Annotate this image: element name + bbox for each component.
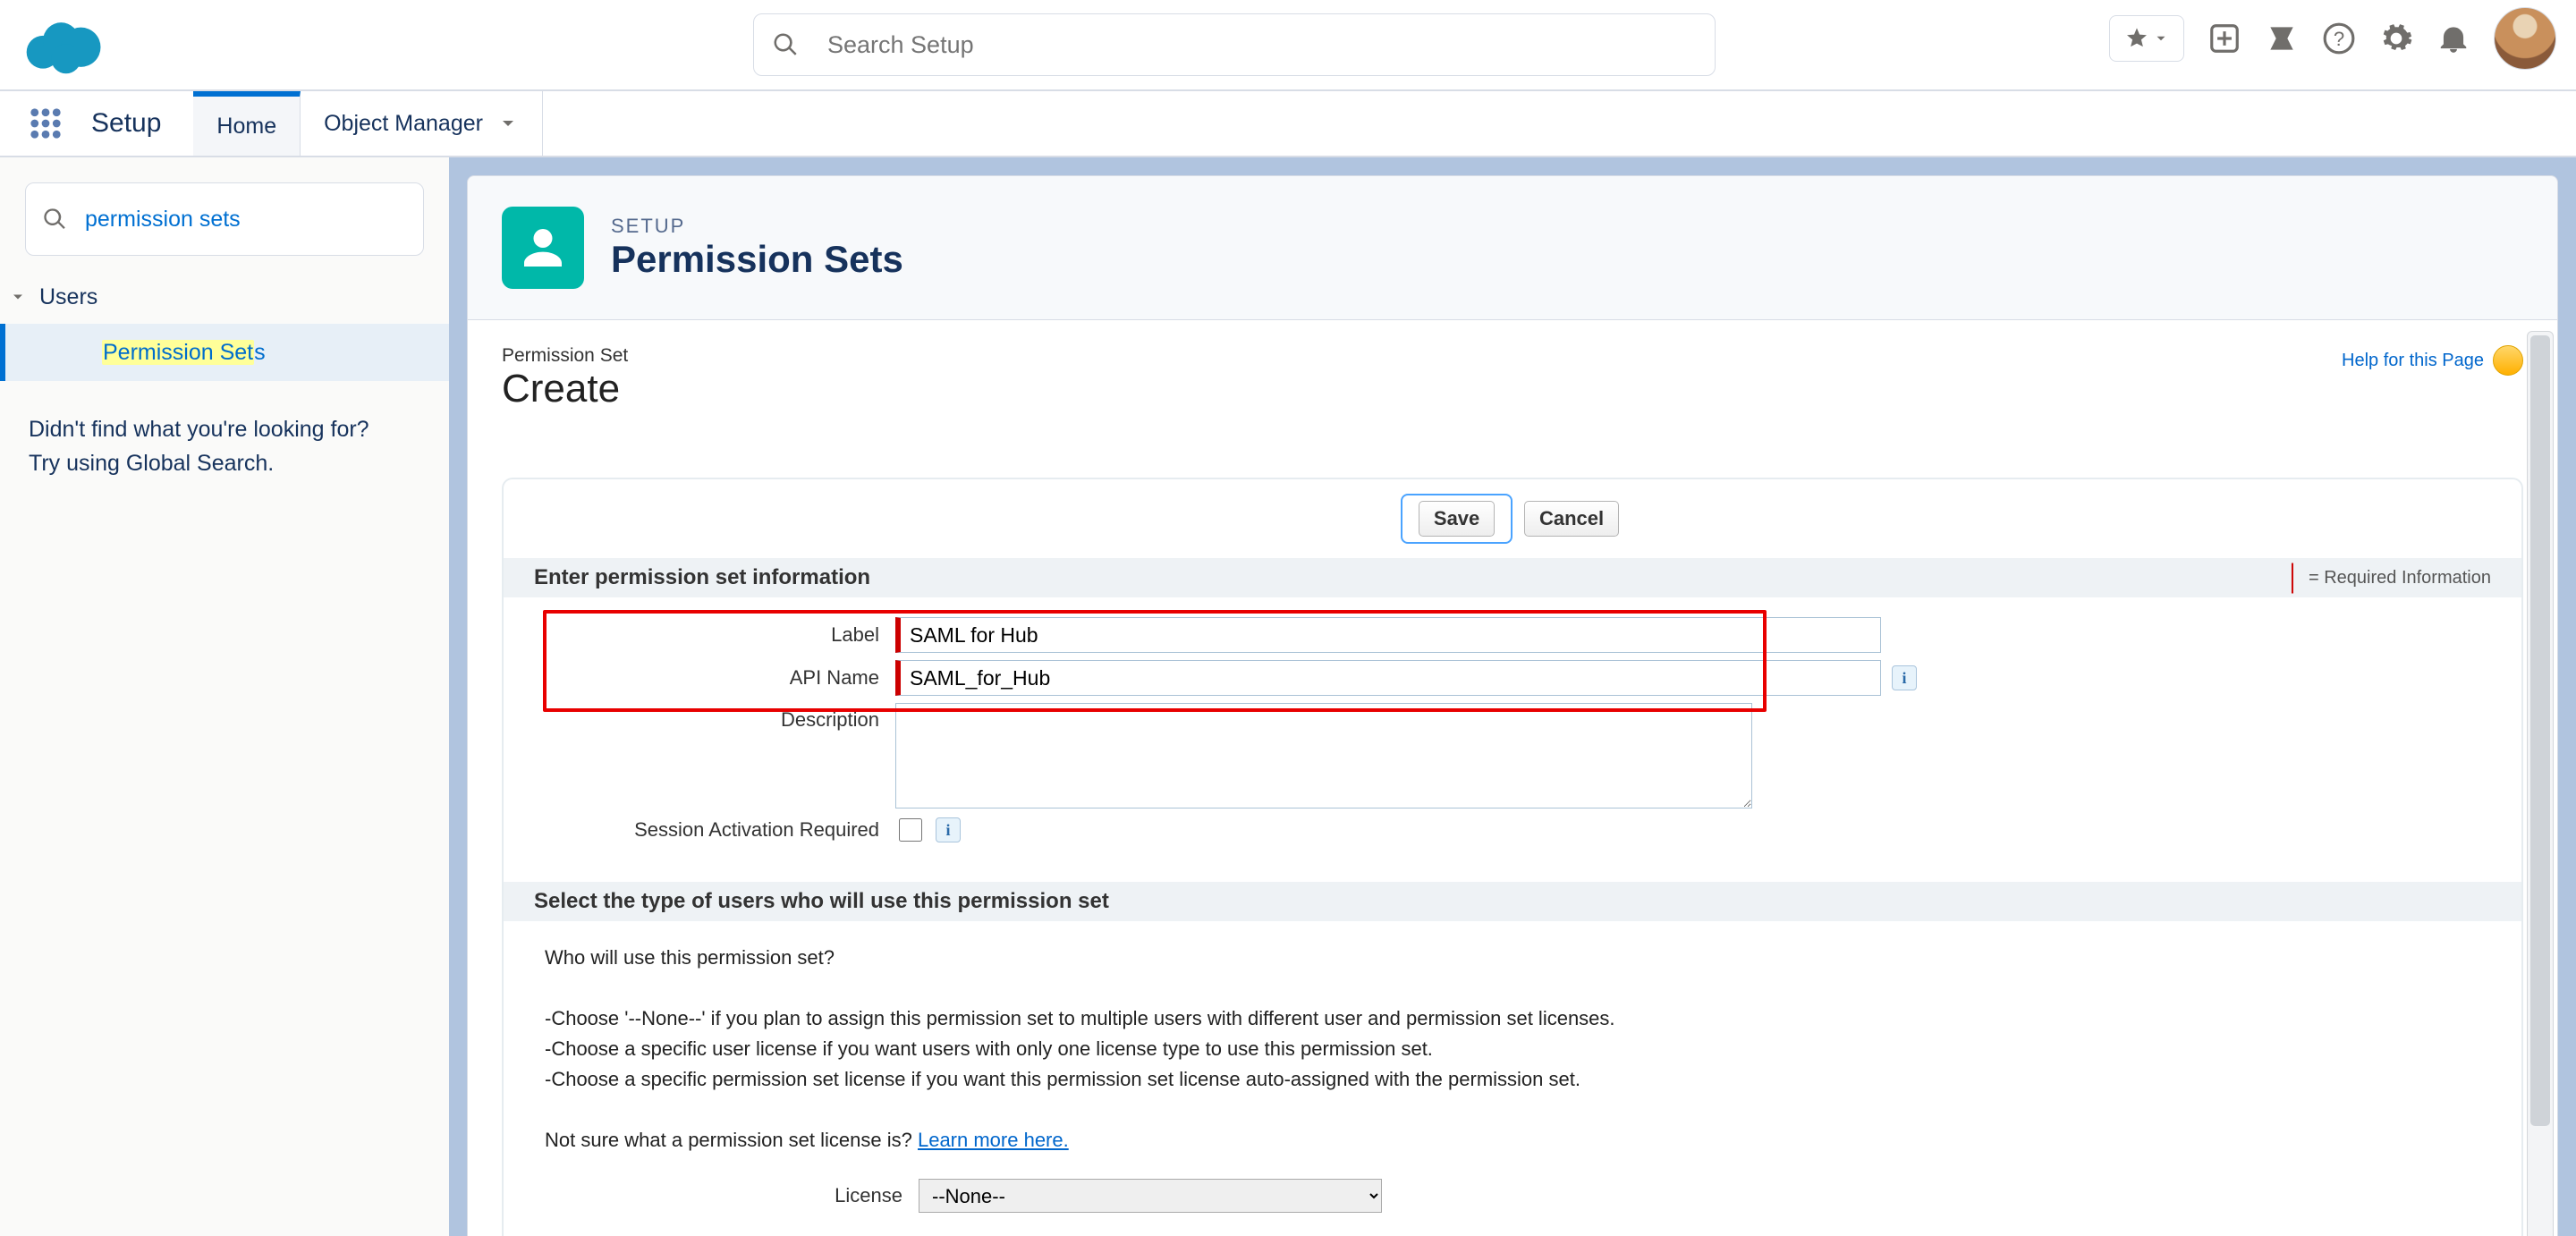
label-input[interactable]: [895, 617, 1881, 653]
subheader-small: Permission Set: [502, 345, 628, 367]
session-activation-info-icon[interactable]: i: [936, 817, 961, 842]
gear-icon[interactable]: [2379, 21, 2413, 55]
help-link[interactable]: Help for this Page: [2342, 345, 2523, 376]
svg-text:?: ?: [2334, 28, 2344, 50]
global-search[interactable]: [753, 13, 1716, 76]
description-input[interactable]: [895, 703, 1752, 808]
salesforce-cloud-logo: [23, 13, 106, 76]
bell-icon[interactable]: [2436, 21, 2470, 55]
form-wrap: Save Cancel Enter permission set informa…: [502, 478, 2523, 1236]
scrollbar[interactable]: [2527, 331, 2554, 1236]
bullet-1: -Choose '--None--' if you plan to assign…: [545, 1007, 2480, 1030]
tree-node-permission-sets-label: Permission Sets: [102, 340, 266, 366]
sidebar-quickfind-input[interactable]: [83, 206, 407, 233]
tab-object-manager[interactable]: Object Manager: [301, 91, 543, 156]
section-header-user-type: Select the type of users who will use th…: [504, 882, 2521, 921]
chevron-down-icon: [9, 288, 27, 306]
star-icon: [2124, 26, 2149, 51]
sidebar-quickfind[interactable]: [25, 182, 424, 256]
tree-node-users-label: Users: [39, 284, 97, 310]
api-name-info-icon[interactable]: i: [1892, 665, 1917, 690]
field-region: Label API Name i Description: [504, 597, 2521, 882]
cancel-button[interactable]: Cancel: [1524, 501, 1619, 537]
api-name-input[interactable]: [895, 660, 1881, 696]
tab-home[interactable]: Home: [193, 91, 301, 156]
tab-home-label: Home: [216, 114, 276, 140]
global-header-icons: ?: [2109, 7, 2556, 70]
user-avatar[interactable]: [2494, 7, 2556, 70]
tree-node-permission-sets[interactable]: Permission Sets: [0, 324, 449, 381]
user-type-body: Who will use this permission set? -Choos…: [504, 921, 2521, 1236]
global-header: ?: [0, 0, 2576, 91]
subheader-big: Create: [502, 367, 628, 411]
user-badge-icon: [518, 223, 568, 273]
license-select[interactable]: --None--: [919, 1179, 1382, 1213]
who-will-use: Who will use this permission set?: [545, 946, 2480, 969]
global-search-input[interactable]: [826, 30, 1697, 60]
setup-sidebar: Users Permission Sets Didn't find what y…: [0, 157, 449, 1236]
switcher-icon[interactable]: [2265, 21, 2299, 55]
chevron-down-icon: [2153, 30, 2169, 47]
page-title: Permission Sets: [611, 238, 903, 281]
button-bar: Save Cancel: [504, 479, 2521, 558]
learn-more-link[interactable]: Learn more here.: [918, 1129, 1069, 1151]
label-label: Label: [521, 623, 895, 647]
not-sure-line: Not sure what a permission set license i…: [545, 1129, 2480, 1152]
description-label: Description: [521, 703, 895, 732]
content-panel: Permission Set Create Help for this Page…: [467, 320, 2558, 1236]
plus-icon[interactable]: [2207, 21, 2241, 55]
chevron-down-icon: [497, 113, 519, 134]
license-label: License: [545, 1184, 919, 1207]
nav-row: Setup Home Object Manager: [0, 91, 2576, 157]
section-header-info: Enter permission set information │= Requ…: [504, 558, 2521, 597]
favorites-dropdown[interactable]: [2109, 15, 2184, 62]
session-activation-label: Session Activation Required: [521, 818, 895, 842]
api-name-label: API Name: [521, 666, 895, 690]
sidebar-footer-note: Didn't find what you're looking for? Try…: [0, 381, 449, 512]
permission-sets-icon: [502, 207, 584, 289]
tree-node-users[interactable]: Users: [0, 270, 449, 324]
help-icon: [2493, 345, 2523, 376]
help-icon[interactable]: ?: [2322, 21, 2356, 55]
main-area: SETUP Permission Sets Permission Set Cre…: [449, 157, 2576, 1236]
save-button[interactable]: Save: [1419, 501, 1495, 537]
app-launcher-icon[interactable]: [27, 105, 64, 142]
tab-object-manager-label: Object Manager: [324, 111, 483, 137]
bullet-2: -Choose a specific user license if you w…: [545, 1037, 2480, 1061]
search-icon: [772, 31, 799, 58]
session-activation-checkbox[interactable]: [899, 818, 922, 842]
search-icon: [42, 207, 67, 232]
setup-app-label: Setup: [91, 91, 193, 156]
breadcrumb: SETUP: [611, 215, 903, 238]
bullet-3: -Choose a specific permission set licens…: [545, 1068, 2480, 1091]
page-header: SETUP Permission Sets: [467, 175, 2558, 320]
